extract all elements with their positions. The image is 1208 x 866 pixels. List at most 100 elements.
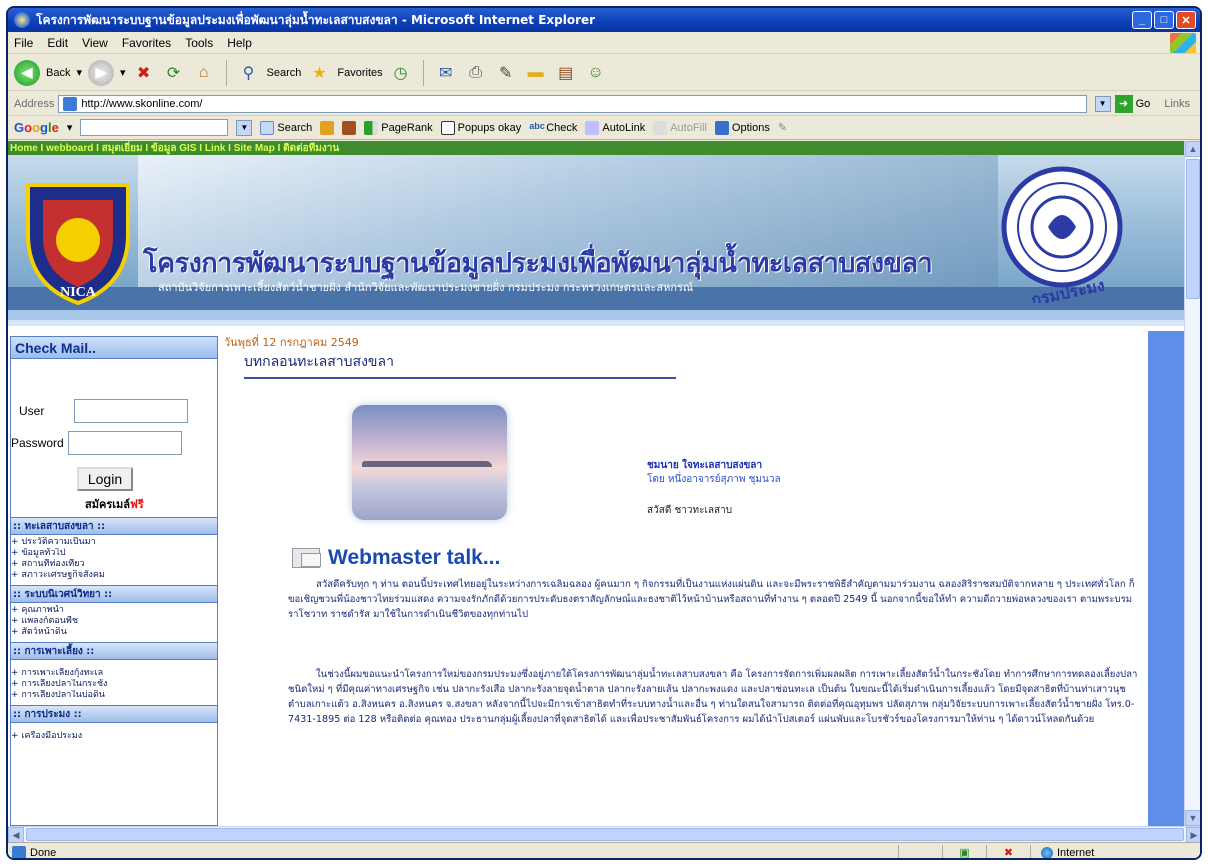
- address-bar: Address http://www.skonline.com/ ▼ ➜ Go …: [8, 92, 1200, 116]
- window-controls: _ □ ✕: [1132, 11, 1196, 29]
- status-cell-empty: [898, 844, 942, 858]
- poem-greeting: สวัสดี ชาวทะเลสาบ: [647, 505, 733, 516]
- close-button[interactable]: ✕: [1176, 11, 1196, 29]
- edit-icon[interactable]: ✎: [494, 61, 518, 85]
- vertical-scroll-thumb[interactable]: [1186, 159, 1200, 299]
- menu-file[interactable]: File: [14, 36, 33, 50]
- menu-tools[interactable]: Tools: [185, 36, 213, 50]
- poem-link[interactable]: ชมนาย ใจทะเลสาบสงขลา: [647, 458, 762, 473]
- scroll-right-icon[interactable]: ▶: [1186, 827, 1200, 843]
- security-lock-icon: ▣: [942, 844, 986, 858]
- options-button[interactable]: Options: [714, 120, 770, 135]
- popup-status-icon[interactable]: ✖: [986, 844, 1030, 858]
- site-top-navigation[interactable]: Home I webboard I สมุดเยี่ยม I ข้อมูล GI…: [8, 141, 1186, 155]
- highlight-pen-icon[interactable]: ✎: [778, 121, 787, 134]
- poem-author: โดย หนึ่งอาจารย์สุภาพ ชุมนวล: [647, 474, 781, 485]
- list-item[interactable]: + สถานที่ท่องเที่ยว: [11, 559, 217, 570]
- back-dropdown-icon[interactable]: ▾: [76, 66, 82, 79]
- pagerank-button[interactable]: PageRank: [364, 120, 433, 135]
- list-item[interactable]: + แพลงก์ตอนพืช: [11, 616, 217, 627]
- popup-blocker-icon: [440, 120, 455, 135]
- research-icon[interactable]: ▤: [554, 61, 578, 85]
- user-input[interactable]: [74, 399, 189, 423]
- refresh-icon[interactable]: ⟳: [162, 61, 186, 85]
- menu-favorites[interactable]: Favorites: [122, 36, 171, 50]
- search-icon[interactable]: ⚲: [237, 61, 261, 85]
- page-icon: [63, 96, 78, 111]
- minimize-button[interactable]: _: [1132, 11, 1152, 29]
- popup-blocker-button[interactable]: Popups okay: [440, 120, 521, 135]
- list-item[interactable]: + สภาวะเศรษฐกิจสังคม: [11, 570, 217, 581]
- list-item[interactable]: + สัตว์หน้าดิน: [11, 627, 217, 638]
- vertical-scrollbar[interactable]: ▲ ▼: [1184, 141, 1200, 826]
- user-row: User: [19, 399, 189, 423]
- autofill-button[interactable]: AutoFill: [653, 120, 707, 135]
- address-input[interactable]: http://www.skonline.com/: [58, 94, 1087, 113]
- scroll-up-icon[interactable]: ▲: [1185, 141, 1200, 157]
- webmaster-talk-title: Webmaster talk...: [328, 546, 501, 569]
- home-icon[interactable]: ⌂: [192, 61, 216, 85]
- google-input-dropdown-icon[interactable]: ▼: [236, 119, 253, 136]
- go-button[interactable]: ➜ Go: [1114, 94, 1150, 113]
- page-done-icon: [12, 845, 26, 858]
- menu-help[interactable]: Help: [227, 36, 252, 50]
- scroll-down-icon[interactable]: ▼: [1185, 810, 1200, 826]
- section-songkhla-lake: :: ทะเลสาบสงขลา ::: [11, 517, 217, 535]
- list-item[interactable]: + คุณภาพน้ำ: [11, 605, 217, 616]
- crest-left-text: NICA: [60, 285, 97, 300]
- list-item[interactable]: + การเลี้ยงปลาในบ่อดิน: [11, 690, 217, 701]
- forward-arrow-icon[interactable]: ▶: [88, 59, 114, 86]
- google-toolbar: Google ▾ ▼ Search PageRank Popups okay a…: [8, 116, 1200, 140]
- stop-icon[interactable]: ✖: [132, 61, 156, 85]
- password-input[interactable]: [67, 431, 182, 455]
- google-search-input[interactable]: [80, 119, 229, 136]
- scroll-left-icon[interactable]: ◀: [8, 827, 24, 843]
- print-icon[interactable]: ⎙: [464, 61, 488, 85]
- section-songkhla-lake-list: + ประวัติความเป็นมา + ข้อมูลทั่วไป + สถา…: [11, 535, 217, 585]
- list-item[interactable]: + การเพาะเลี้ยงกุ้งทะเล: [11, 668, 217, 679]
- register-link[interactable]: สมัครเมล์ฟรี: [85, 495, 144, 513]
- list-item[interactable]: + ประวัติความเป็นมา: [11, 537, 217, 548]
- section-aquaculture: :: การเพาะเลี้ยง ::: [11, 642, 217, 660]
- autolink-button[interactable]: AutoLink: [585, 120, 645, 135]
- main-content: วันพุธที่ 12 กรกฎาคม 2549 บทกลอนทะเลสาบส…: [222, 331, 1142, 826]
- google-search-button[interactable]: Search: [260, 120, 312, 135]
- news-button[interactable]: [342, 120, 357, 135]
- messenger-icon[interactable]: ☺: [584, 61, 608, 85]
- back-arrow-icon[interactable]: ◀: [14, 59, 40, 86]
- webmaster-paragraph-1: สวัสดีครับทุก ๆ ท่าน ตอนนี้ประเทศไทยอยู่…: [288, 579, 1135, 620]
- section-aquaculture-list: + การเพาะเลี้ยงกุ้งทะเล + การเลี้ยงปลาใน…: [11, 660, 217, 705]
- lake-sunset-photo: [352, 405, 507, 520]
- folder-icon[interactable]: ▬: [524, 61, 548, 85]
- menu-bar: File Edit View Favorites Tools Help: [8, 32, 1200, 54]
- links-button[interactable]: Links: [1164, 98, 1190, 110]
- go-arrow-icon: ➜: [1114, 94, 1133, 113]
- list-item[interactable]: + เครื่องมือประมง: [11, 731, 217, 742]
- site-search-button[interactable]: [320, 120, 335, 135]
- list-item[interactable]: + การเลี้ยงปลาในกระชัง: [11, 679, 217, 690]
- maximize-button[interactable]: □: [1154, 11, 1174, 29]
- history-icon[interactable]: ◷: [389, 61, 413, 85]
- menu-view[interactable]: View: [82, 36, 108, 50]
- spell-check-button[interactable]: abc Check: [529, 121, 577, 135]
- forward-dropdown-icon[interactable]: ▾: [120, 66, 126, 79]
- mail-icon[interactable]: ✉: [434, 61, 458, 85]
- search-button[interactable]: Search: [267, 67, 302, 79]
- back-button[interactable]: Back: [46, 67, 70, 79]
- horizontal-scrollbar[interactable]: ◀ ▶: [8, 826, 1200, 843]
- favorites-star-icon[interactable]: ★: [307, 61, 331, 85]
- login-button[interactable]: Login: [77, 467, 133, 491]
- google-menu-dropdown-icon[interactable]: ▾: [67, 121, 73, 134]
- google-logo[interactable]: Google: [14, 120, 59, 135]
- user-label: User: [19, 404, 45, 418]
- internet-explorer-icon: [14, 12, 30, 28]
- windows-flag-icon: [1170, 33, 1196, 53]
- list-item[interactable]: + ข้อมูลทั่วไป: [11, 548, 217, 559]
- browser-window: โครงการพัฒนาระบบฐานข้อมูลประมงเพื่อพัฒนา…: [6, 6, 1202, 860]
- check-mail-heading: Check Mail..: [11, 337, 217, 359]
- menu-edit[interactable]: Edit: [47, 36, 68, 50]
- horizontal-scroll-thumb[interactable]: [26, 828, 1184, 841]
- address-dropdown-icon[interactable]: ▼: [1094, 95, 1111, 112]
- favorites-button[interactable]: Favorites: [337, 67, 382, 79]
- page-viewport: Home I webboard I สมุดเยี่ยม I ข้อมูล GI…: [8, 141, 1186, 826]
